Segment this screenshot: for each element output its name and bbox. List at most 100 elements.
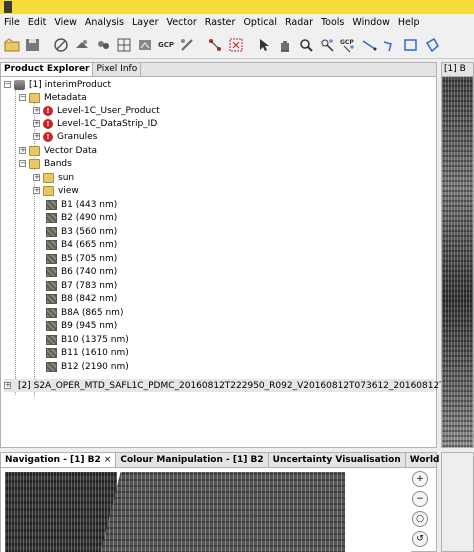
placemark-icon[interactable] [135,34,155,56]
pin-icon[interactable] [317,34,337,56]
collapse-toggle[interactable]: − [4,81,11,88]
band-label: B2 (490 nm) [61,212,118,223]
save-icon[interactable] [23,34,43,56]
band-icon [46,239,57,250]
band-label: B9 (945 nm) [61,320,118,331]
tree-item-band-b12[interactable]: B12 (2190 nm) [46,360,129,373]
tree-item-sun[interactable]: + sun [33,171,74,184]
zoom-actual-icon[interactable]: ○ [412,511,428,527]
band-maths-icon[interactable] [51,34,71,56]
band-image-view[interactable] [442,77,473,447]
expand-toggle[interactable]: + [4,382,11,389]
mask-grid-icon[interactable] [226,34,246,56]
tab-uncertainty-visualisation[interactable]: Uncertainty Visualisation [269,453,406,467]
zoom-all-icon[interactable]: ↺ [412,531,428,547]
tree-item-band-b9[interactable]: B9 (945 nm) [46,319,117,332]
toolbar-separator [44,34,50,56]
expand-toggle[interactable]: + [33,107,40,114]
line-icon[interactable] [359,34,379,56]
explorer-tabs: Product Explorer Pixel Info [1,63,436,77]
polygon-icon[interactable] [422,34,442,56]
metadata-element-icon: ! [43,118,53,129]
metadata-item-label: Level-1C_DataStrip_ID [57,118,158,129]
band-label: B8A (865 nm) [61,307,124,318]
menu-tools[interactable]: Tools [317,17,348,28]
tree-item-metadata-2[interactable]: + ! Granules [33,130,97,143]
tree-item-band-b2[interactable]: B2 (490 nm) [46,211,117,224]
expand-toggle[interactable]: + [33,187,40,194]
tree-item-band-b1[interactable]: B1 (443 nm) [46,198,117,211]
band-label: B3 (560 nm) [61,226,118,237]
band-icon [46,320,57,331]
product-explorer-panel: Product Explorer Pixel Info − [1] interi… [0,62,474,448]
menu-raster[interactable]: Raster [201,17,240,28]
menu-window[interactable]: Window [348,17,393,28]
expand-toggle[interactable]: + [33,120,40,127]
filter-icon[interactable] [93,34,113,56]
gcp-icon[interactable] [114,34,134,56]
menu-edit[interactable]: Edit [24,17,50,28]
select-icon[interactable] [254,34,274,56]
polyline-icon[interactable] [380,34,400,56]
zoom-in-icon[interactable]: + [412,471,428,487]
collapse-toggle[interactable]: − [19,160,26,167]
tab-colour-manipulation[interactable]: Colour Manipulation - [1] B2 [116,453,269,467]
tab-product-explorer[interactable]: Product Explorer [1,63,94,76]
menu-file[interactable]: File [0,17,24,28]
tree-item-metadata-1[interactable]: + ! Level-1C_DataStrip_ID [33,117,157,130]
zoom-out-icon[interactable]: − [412,491,428,507]
tree-item-band-b11[interactable]: B11 (1610 nm) [46,346,129,359]
zoom-icon[interactable] [296,34,316,56]
tree-item-product-1[interactable]: − [1] interimProduct [4,78,111,91]
title-bar [0,0,474,14]
menu-view[interactable]: View [50,17,81,28]
menu-analysis[interactable]: Analysis [81,17,128,28]
tree-item-band-b7[interactable]: B7 (783 nm) [46,279,117,292]
gcp-text-icon[interactable]: GCP [156,34,176,56]
band-icon [46,280,57,291]
tree-item-metadata-0[interactable]: + ! Level-1C_User_Product [33,104,160,117]
pan-icon[interactable] [275,34,295,56]
tree-item-bands[interactable]: − Bands [19,157,72,170]
navigation-overview[interactable] [1,468,411,552]
svg-text:GCP: GCP [340,39,354,46]
band-icon [46,199,57,210]
close-icon[interactable]: × [104,455,112,465]
rectangle-icon[interactable] [401,34,421,56]
band-label: B7 (783 nm) [61,280,118,291]
menu-vector[interactable]: Vector [163,17,201,28]
tree-item-vector-data[interactable]: + Vector Data [19,144,97,157]
tab-pixel-info[interactable]: Pixel Info [93,63,142,76]
folder-icon [29,145,40,156]
band-icon [46,266,57,277]
layer-icon[interactable] [72,34,92,56]
tree-item-band-b6[interactable]: B6 (740 nm) [46,265,117,278]
collapse-toggle[interactable]: − [19,94,26,101]
tree-item-band-b8[interactable]: B8 (842 nm) [46,292,117,305]
tab-image-view[interactable]: [1] B [442,63,473,77]
tree-item-band-b8a[interactable]: B8A (865 nm) [46,306,123,319]
folder-icon [29,158,40,169]
tree-item-product-2[interactable]: + [2] S2A_OPER_MTD_SAFL1C_PDMC_20160812T… [4,379,474,392]
menu-optical[interactable]: Optical [239,17,281,28]
menu-help[interactable]: Help [394,17,424,28]
tree-item-band-b10[interactable]: B10 (1375 nm) [46,333,129,346]
expand-toggle[interactable]: + [33,133,40,140]
metadata-item-label: Granules [57,131,98,142]
tree-item-band-b3[interactable]: B3 (560 nm) [46,225,117,238]
gcp-tool-icon[interactable]: GCP [338,34,358,56]
tab-navigation[interactable]: Navigation - [1] B2 × [1,453,117,467]
tree-item-band-b4[interactable]: B4 (665 nm) [46,238,117,251]
tree-item-metadata[interactable]: − Metadata [19,91,87,104]
tree-item-view[interactable]: + view [33,184,79,197]
mask-icon[interactable] [205,34,225,56]
menu-radar[interactable]: Radar [281,17,317,28]
tree-item-band-b5[interactable]: B5 (705 nm) [46,252,117,265]
expand-toggle[interactable]: + [19,147,26,154]
open-product-icon[interactable] [2,34,22,56]
folder-icon [29,92,40,103]
menu-layer[interactable]: Layer [128,17,163,28]
range-finder-icon[interactable] [177,34,197,56]
metadata-element-icon: ! [43,131,53,142]
expand-toggle[interactable]: + [33,174,40,181]
